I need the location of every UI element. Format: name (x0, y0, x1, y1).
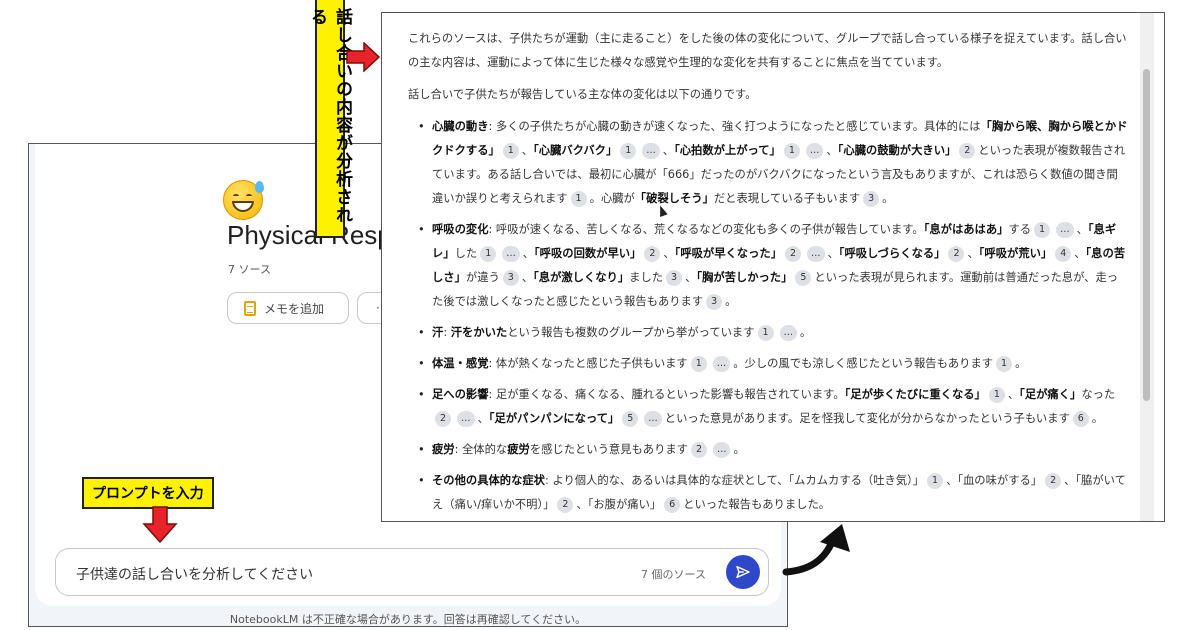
citation-chip[interactable]: 1 (690, 356, 707, 372)
citation-chip[interactable]: … (779, 325, 798, 341)
red-arrow-down-icon (142, 506, 178, 544)
citation-chip[interactable]: 1 (757, 325, 774, 341)
citation-chip[interactable]: … (807, 246, 825, 262)
list-item-temperature: 体温・感覚: 体が熱くなったと感じた子供もいます1…。少しの風でも涼しく感じたと… (418, 352, 1128, 376)
citation-chip[interactable]: … (502, 246, 520, 262)
add-memo-label: メモを追加 (264, 301, 325, 316)
citation-chip[interactable]: 1 (927, 473, 944, 489)
citation-chip[interactable]: 6 (664, 497, 681, 513)
citation-chip[interactable]: 3 (666, 270, 683, 286)
send-button[interactable] (726, 555, 760, 589)
citation-chip[interactable]: 1 (996, 356, 1013, 372)
citation-chip[interactable]: 2 (557, 497, 574, 513)
source-count: 7 ソース (228, 263, 271, 276)
list-item-legs: 足への影響: 足が重くなる、痛くなる、腫れるといった影響も報告されています。「足… (418, 383, 1128, 431)
scrollbar-thumb[interactable] (1143, 69, 1150, 401)
citation-chip[interactable]: 1 (783, 143, 800, 159)
citation-chip[interactable]: … (805, 143, 824, 159)
note-icon (244, 300, 256, 316)
list-item-sweat: 汗: 汗をかいたという報告も複数のグループから挙がっています1…。 (418, 321, 1128, 345)
citation-chip[interactable]: … (644, 411, 662, 427)
citation-chip[interactable]: … (642, 143, 660, 159)
send-icon (736, 565, 750, 579)
list-item-fatigue: 疲労: 全体的な疲労を感じたという意見もあります2…。 (418, 438, 1128, 462)
citation-chip[interactable]: … (457, 411, 475, 427)
citation-chip[interactable]: 4 (1055, 246, 1072, 262)
response-summary-lead: 話し合いで子供たちが報告している主な体の変化は以下の通りです。 (408, 88, 757, 101)
citation-chip[interactable]: 1 (502, 143, 519, 159)
citation-chip[interactable]: 1 (1034, 222, 1051, 238)
add-memo-button[interactable]: メモを追加 (227, 292, 349, 324)
citation-chip[interactable]: 5 (622, 411, 639, 427)
prompt-source-count: 7 個のソース (641, 568, 706, 581)
list-item-heart: 心臓の動き: 多くの子供たちが心臓の動きが速くなった、強く打つようになったと感じ… (418, 115, 1128, 211)
citation-chip[interactable]: 2 (690, 442, 707, 458)
citation-chip[interactable]: 2 (948, 246, 965, 262)
citation-chip[interactable]: 2 (644, 246, 661, 262)
citation-chip[interactable]: 1 (480, 246, 497, 262)
citation-chip[interactable]: 3 (863, 191, 880, 207)
prompt-text[interactable]: 子供達の話し合いを分析してください (76, 564, 313, 584)
list-item-other-symptoms: その他の具体的な症状: より個人的な、あるいは具体的な症状として、「ムカムカする… (418, 469, 1128, 517)
response-body: これらのソースは、子供たちが運動（主に走ること）をした後の体の変化について、グル… (408, 27, 1128, 521)
citation-chip[interactable]: … (712, 356, 731, 372)
citation-chip[interactable]: … (712, 442, 731, 458)
analysis-callout: 話し合いの内容が分析される (307, 0, 352, 238)
citation-chip[interactable]: 1 (570, 191, 587, 207)
citation-chip[interactable]: 3 (706, 294, 723, 310)
citation-chip[interactable]: 2 (959, 143, 976, 159)
prompt-callout: プロンプトを入力 (82, 477, 214, 509)
citation-chip[interactable]: 2 (785, 246, 801, 262)
citation-chip[interactable]: 6 (1072, 411, 1089, 427)
citation-chip[interactable]: … (1056, 222, 1074, 238)
prompt-input[interactable]: 子供達の話し合いを分析してください 7 個のソース (55, 548, 769, 596)
curved-arrow-icon (782, 524, 850, 576)
citation-chip[interactable]: 1 (620, 143, 637, 159)
response-intro: これらのソースは、子供たちが運動（主に走ること）をした後の体の変化について、グル… (408, 32, 1127, 69)
citation-chip[interactable]: 2 (1045, 473, 1062, 489)
disclaimer-text: NotebookLM は不正確な場合があります。回答は再確認してください。 (229, 613, 587, 626)
list-item-breathing: 呼吸の変化: 呼吸が速くなる、苦しくなる、荒くなるなどの変化も多くの子供が報告し… (418, 218, 1128, 314)
sweat-smile-emoji-icon (223, 180, 264, 220)
citation-chip[interactable]: 3 (502, 270, 519, 286)
analysis-response-panel: これらのソースは、子供たちが運動（主に走ること）をした後の体の変化について、グル… (381, 12, 1165, 522)
citation-chip[interactable]: 2 (435, 411, 451, 427)
citation-chip[interactable]: 5 (795, 270, 812, 286)
citation-chip[interactable]: 1 (988, 387, 1005, 403)
red-arrow-right-icon (346, 42, 380, 72)
